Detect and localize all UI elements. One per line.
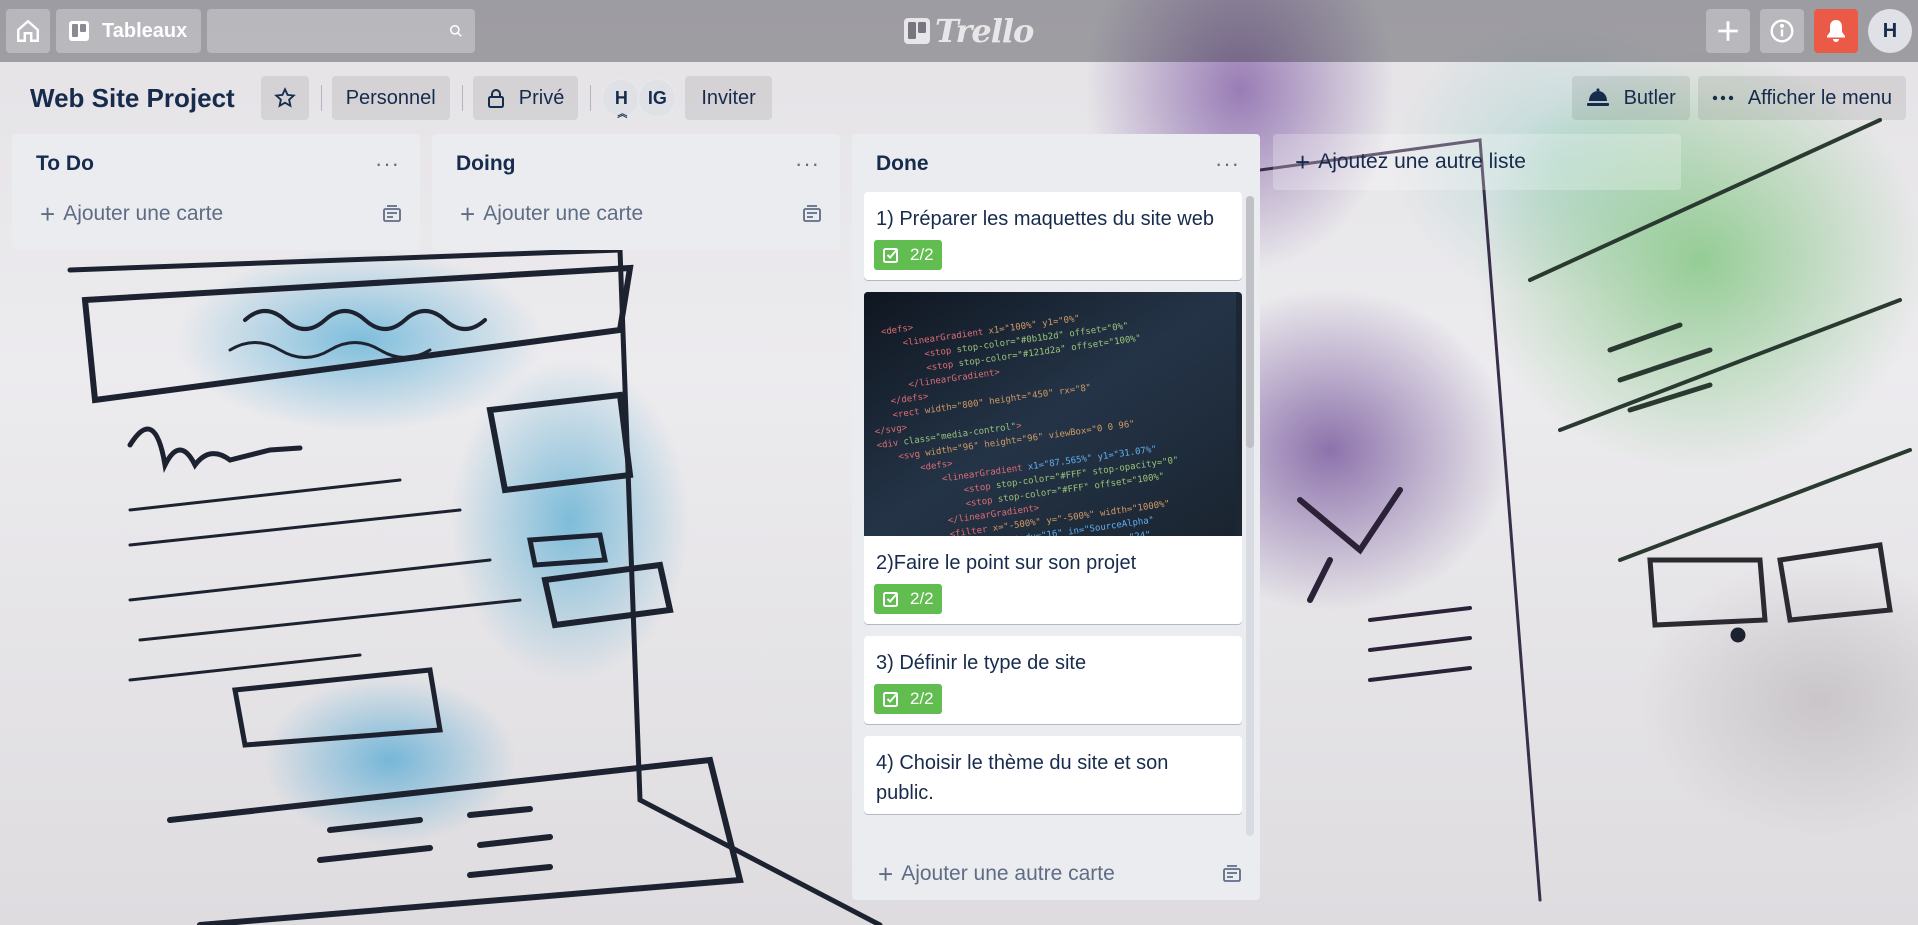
card[interactable]: 4) Choisir le thème du site et son publi… [864,736,1242,814]
checklist-badge: 2/2 [874,684,942,714]
plus-icon: + [40,198,56,229]
add-card-label: Ajouter une carte [63,202,224,225]
invite-label: Inviter [701,86,756,109]
checklist-badge: 2/2 [874,240,942,270]
butler-bell-icon [1586,88,1609,106]
list-menu-button[interactable]: ··· [795,153,820,175]
card[interactable]: 3) Définir le type de site 2/2 [864,636,1242,724]
team-visibility-button[interactable]: Personnel [331,76,450,120]
list-menu-button[interactable]: ··· [375,153,400,175]
list-title[interactable]: To Do [36,152,94,176]
add-card-row: + Ajouter une carte [12,194,420,234]
lock-icon [487,89,504,108]
add-card-button[interactable]: + Ajouter une autre carte [878,859,1115,890]
checklist-count: 2/2 [910,589,934,608]
trello-logo-icon [904,18,930,44]
add-card-button[interactable]: + Ajouter une carte [40,199,223,230]
more-icon [1712,95,1734,101]
member-avatar[interactable]: IG [637,78,678,118]
add-card-label: Ajouter une carte [483,202,644,225]
plus-icon: + [460,198,476,229]
list-to-do: To Do ··· + Ajouter une carte [12,134,420,250]
plus-icon: + [878,858,894,889]
add-card-row: + Ajouter une carte [432,194,840,234]
info-icon [1770,19,1794,43]
admin-chevron-icon: ︽ [617,109,628,120]
privacy-label: Privé [518,86,565,109]
search-box[interactable] [207,9,476,53]
checklist-count: 2/2 [910,689,934,708]
add-card-row: + Ajouter une autre carte [852,854,1260,894]
show-menu-button[interactable]: Afficher le menu [1697,76,1906,120]
privacy-button[interactable]: Privé [472,76,579,120]
code-screenshot-image: <defs> <linearGradient x1="100%" y1="0%"… [864,292,1236,536]
list-scrollbar[interactable] [1246,196,1254,836]
logo-text: Trello [935,12,1034,50]
list-doing: Doing ··· + Ajouter une carte [432,134,840,250]
card[interactable]: 1) Préparer les maquettes du site web 2/… [864,192,1242,280]
board-header: Web Site Project Personnel Privé H ︽ IG … [0,62,1918,134]
avatar-initial: H [1882,19,1898,42]
list-menu-button[interactable]: ··· [1215,153,1240,175]
checklist-badge: 2/2 [874,584,942,614]
user-avatar[interactable]: H [1868,9,1912,53]
card-title: 1) Préparer les maquettes du site web [876,208,1214,230]
add-card-label: Ajouter une autre carte [901,862,1115,885]
member-initial: IG [647,87,667,108]
list-header: To Do ··· [12,134,420,194]
header-separator [320,85,322,111]
header-separator [590,85,592,111]
bell-icon [1827,20,1845,42]
list-header: Done ··· [852,134,1260,194]
card[interactable]: <defs> <linearGradient x1="100%" y1="0%"… [864,292,1242,624]
card-title: 3) Définir le type de site [876,652,1087,674]
checklist-count: 2/2 [910,245,934,264]
star-button[interactable] [260,76,309,120]
card-list: 1) Préparer les maquettes du site web 2/… [864,192,1242,846]
invite-button[interactable]: Inviter [685,76,772,120]
top-navigation-bar: Tableaux Trello H [0,0,1918,62]
card-template-icon[interactable] [802,204,822,224]
info-button[interactable] [1760,9,1804,53]
list-title[interactable]: Doing [456,152,515,176]
butler-button[interactable]: Butler [1571,76,1690,120]
member-initial: H [614,87,628,108]
home-button[interactable] [6,9,50,53]
list-done: Done ··· 1) Préparer les maquettes du si… [852,134,1260,900]
member-avatar[interactable]: H ︽ [601,78,642,120]
card-template-icon[interactable] [1222,864,1242,884]
search-input[interactable] [207,9,450,53]
checklist-icon [883,592,899,607]
trello-logo[interactable]: Trello [903,12,1034,50]
notifications-button[interactable] [1814,9,1858,53]
card-title: 4) Choisir le thème du site et son publi… [876,752,1169,804]
board-title[interactable]: Web Site Project [30,83,235,114]
card-template-icon[interactable] [382,204,402,224]
boards-button[interactable]: Tableaux [56,9,202,53]
home-icon [17,19,39,42]
board-members: H ︽ IG [601,78,678,120]
checklist-icon [883,692,899,707]
header-separator [461,85,463,111]
show-menu-label: Afficher le menu [1747,86,1892,109]
butler-label: Butler [1623,86,1676,109]
boards-label: Tableaux [102,19,188,42]
plus-icon: + [1295,146,1311,177]
scrollbar-thumb[interactable] [1246,196,1254,448]
star-icon [273,87,296,108]
team-visibility-label: Personnel [345,86,436,109]
add-list-button[interactable]: + Ajoutez une autre liste [1273,134,1681,190]
boards-icon [69,21,89,41]
card-cover-image: <defs> <linearGradient x1="100%" y1="0%"… [864,292,1242,536]
add-list-label: Ajoutez une autre liste [1318,150,1526,173]
list-header: Doing ··· [432,134,840,194]
add-card-button[interactable]: + Ajouter une carte [460,199,643,230]
plus-icon [1718,21,1738,41]
card-title: 2)Faire le point sur son projet [876,552,1137,574]
list-title[interactable]: Done [876,152,929,176]
create-button[interactable] [1706,9,1750,53]
checklist-icon [883,248,899,263]
search-icon[interactable] [449,19,463,43]
